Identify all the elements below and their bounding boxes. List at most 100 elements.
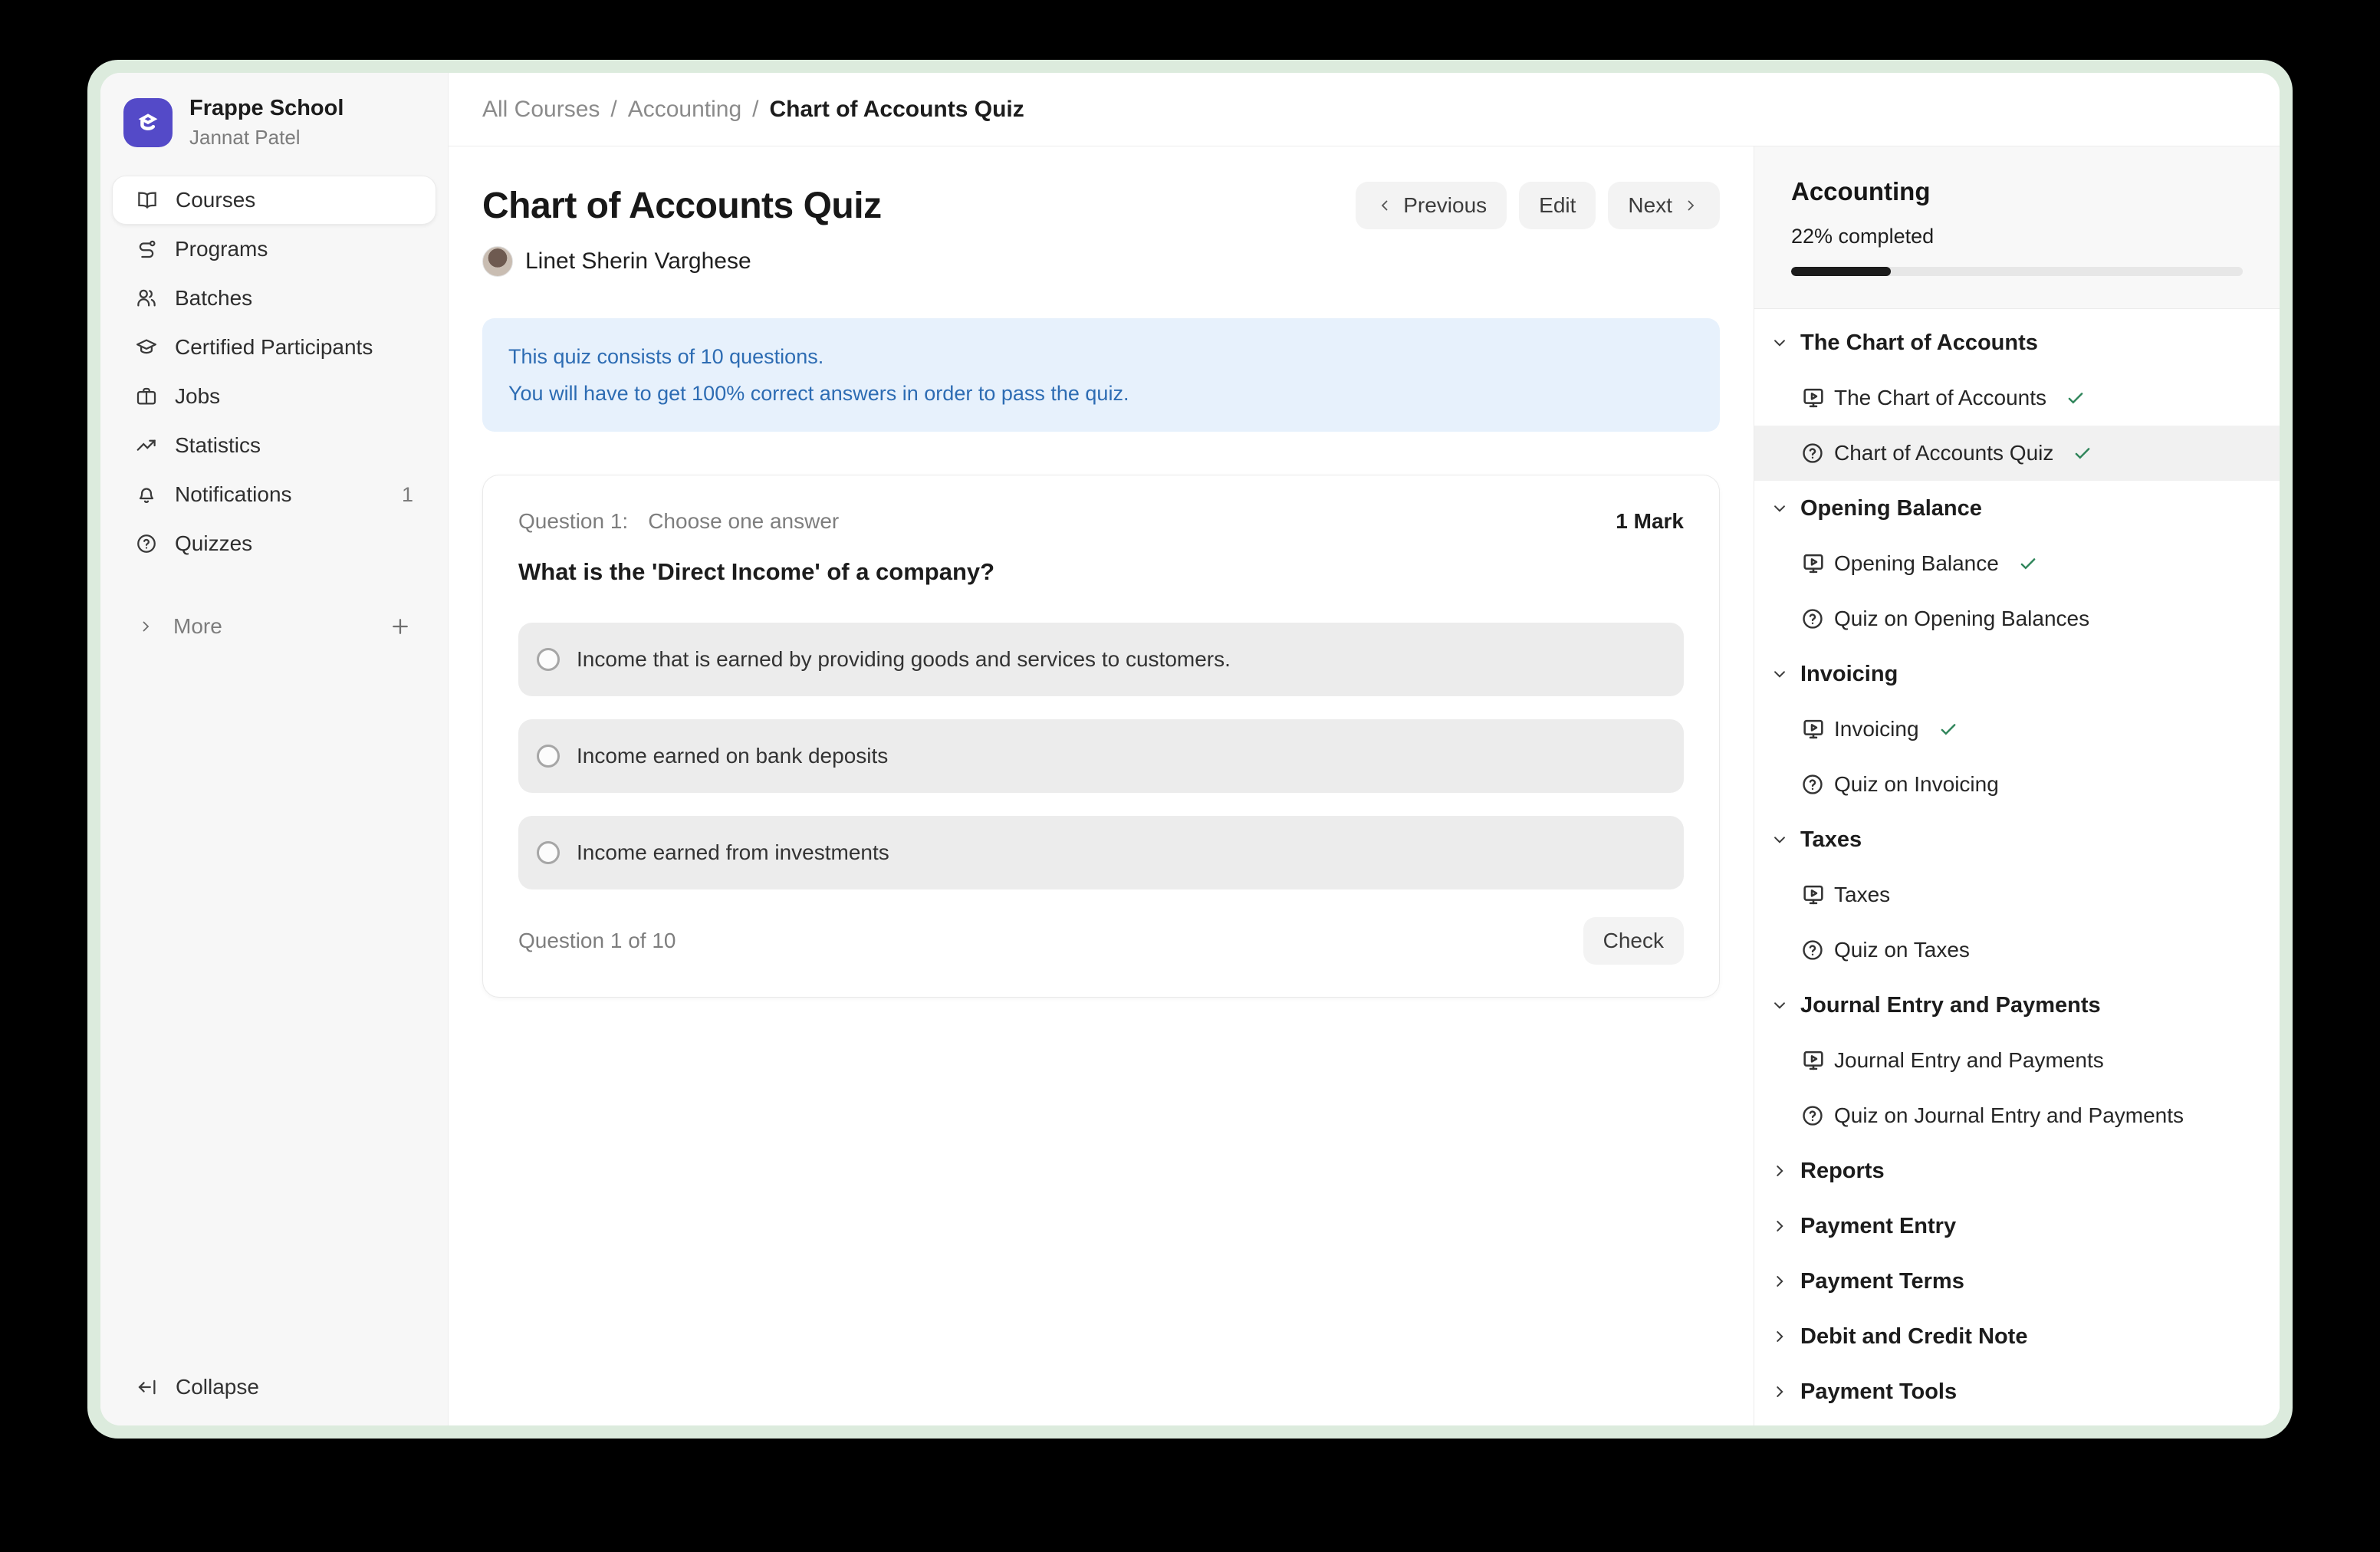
outline-item-quiz-on-opening-balances[interactable]: Quiz on Opening Balances: [1754, 591, 2280, 646]
programs-icon: [135, 238, 158, 261]
outline-item-chart-of-accounts-quiz[interactable]: Chart of Accounts Quiz: [1754, 426, 2280, 481]
help-circle-icon: [1800, 772, 1826, 797]
outline-section-the-chart-of-accounts[interactable]: The Chart of Accounts: [1754, 315, 2280, 370]
user-name: Jannat Patel: [189, 126, 344, 150]
course-title: Accounting: [1791, 177, 2243, 206]
breadcrumb-all-courses[interactable]: All Courses: [482, 97, 600, 123]
sidebar-item-batches[interactable]: Batches: [112, 274, 436, 323]
check-button[interactable]: Check: [1583, 917, 1684, 965]
monitor-play-icon: [1800, 882, 1826, 908]
outline-section-payment-entry[interactable]: Payment Entry: [1754, 1199, 2280, 1254]
outline-item-label: The Chart of Accounts: [1834, 386, 2046, 410]
outline-item-invoicing[interactable]: Invoicing: [1754, 702, 2280, 757]
outline-item-label: Quiz on Invoicing: [1834, 772, 1999, 797]
briefcase-icon: [135, 385, 158, 408]
outline-section-debit-and-credit-note[interactable]: Debit and Credit Note: [1754, 1309, 2280, 1364]
app-window-frame: Frappe School Jannat Patel Courses Progra…: [87, 60, 2293, 1439]
outline-section-invoicing[interactable]: Invoicing: [1754, 646, 2280, 702]
outline-item-label: Invoicing: [1834, 717, 1919, 741]
sidebar-item-label: Jobs: [175, 384, 220, 409]
collapse-sidebar-button[interactable]: Collapse: [100, 1375, 448, 1425]
center-column: All Courses / Accounting / Chart of Acco…: [449, 73, 2280, 1425]
outline-section-title: Journal Entry and Payments: [1800, 993, 2101, 1018]
outline-section-taxes[interactable]: Taxes: [1754, 812, 2280, 867]
more-label: More: [173, 614, 222, 639]
sidebar-item-label: Courses: [176, 188, 255, 212]
question-card: Question 1: Choose one answer 1 Mark Wha…: [482, 475, 1720, 998]
answer-option-1[interactable]: Income that is earned by providing goods…: [518, 623, 1684, 696]
edit-button[interactable]: Edit: [1519, 182, 1596, 229]
outline-section-title: Payment Terms: [1800, 1269, 1964, 1294]
graduation-cap-icon: [135, 336, 158, 359]
question-card-header: Question 1: Choose one answer 1 Mark: [518, 509, 1684, 534]
sidebar-item-notifications[interactable]: Notifications1: [112, 470, 436, 519]
outline-item-journal-entry-and-payments[interactable]: Journal Entry and Payments: [1754, 1033, 2280, 1088]
previous-label: Previous: [1403, 193, 1487, 218]
course-progress-fill: [1791, 267, 1891, 276]
outline-section-reports[interactable]: Reports: [1754, 1143, 2280, 1199]
sidebar-item-label: Certified Participants: [175, 335, 373, 360]
question-footer: Question 1 of 10 Check: [518, 917, 1684, 965]
sidebar-item-statistics[interactable]: Statistics: [112, 421, 436, 470]
sidebar-item-programs[interactable]: Programs: [112, 225, 436, 274]
breadcrumb: All Courses / Accounting / Chart of Acco…: [449, 73, 2280, 146]
radio-button[interactable]: [537, 648, 560, 671]
notice-line: This quiz consists of 10 questions.: [508, 338, 1694, 375]
avatar: [482, 246, 513, 277]
sidebar-item-more[interactable]: More: [112, 602, 436, 651]
check-icon: [2072, 442, 2093, 464]
question-number-label: Question 1:: [518, 509, 628, 534]
breadcrumb-accounting[interactable]: Accounting: [628, 97, 741, 123]
plus-icon[interactable]: [389, 615, 412, 638]
body-row: Chart of Accounts Quiz Previous Edit Nex…: [449, 146, 2280, 1425]
answer-option-3[interactable]: Income earned from investments: [518, 816, 1684, 889]
outline-section-journal-entry-and-payments[interactable]: Journal Entry and Payments: [1754, 978, 2280, 1033]
outline-section-payment-terms[interactable]: Payment Terms: [1754, 1254, 2280, 1309]
check-label: Check: [1603, 929, 1664, 953]
outline-item-label: Quiz on Opening Balances: [1834, 607, 2089, 631]
answer-option-label: Income that is earned by providing goods…: [577, 647, 1231, 672]
outline-section-title: Debit and Credit Note: [1800, 1324, 2027, 1350]
radio-button[interactable]: [537, 841, 560, 864]
radio-button[interactable]: [537, 745, 560, 768]
book-icon: [136, 189, 159, 212]
outline-item-quiz-on-taxes[interactable]: Quiz on Taxes: [1754, 922, 2280, 978]
school-name: Frappe School: [189, 96, 344, 121]
title-row: Chart of Accounts Quiz Previous Edit Nex…: [482, 182, 1720, 229]
chevron-down-icon: [1770, 664, 1790, 684]
outline-section-opening-balance[interactable]: Opening Balance: [1754, 481, 2280, 536]
outline-item-label: Quiz on Journal Entry and Payments: [1834, 1103, 2184, 1128]
help-circle-icon: [1800, 607, 1826, 631]
sidebar-item-jobs[interactable]: Jobs: [112, 372, 436, 421]
sidebar-item-quizzes[interactable]: Quizzes: [112, 519, 436, 568]
chevron-right-icon: [1770, 1327, 1790, 1346]
graduation-cap-icon: [131, 106, 165, 140]
school-switcher[interactable]: Frappe School Jannat Patel: [100, 73, 448, 150]
sidebar-item-certified-participants[interactable]: Certified Participants: [112, 323, 436, 372]
chevron-right-icon: [136, 617, 155, 636]
outline-item-quiz-on-invoicing[interactable]: Quiz on Invoicing: [1754, 757, 2280, 812]
previous-button[interactable]: Previous: [1356, 182, 1507, 229]
course-progress-bar: [1791, 267, 2243, 276]
question-progress: Question 1 of 10: [518, 929, 676, 953]
chevron-right-icon: [1681, 196, 1700, 215]
outline-section-title: The Chart of Accounts: [1800, 330, 2038, 356]
outline-item-label: Taxes: [1834, 883, 1890, 907]
sidebar-item-courses[interactable]: Courses: [112, 176, 436, 225]
answer-option-2[interactable]: Income earned on bank deposits: [518, 719, 1684, 793]
outline-item-quiz-on-journal-entry-and-payments[interactable]: Quiz on Journal Entry and Payments: [1754, 1088, 2280, 1143]
outline-section-payment-tools[interactable]: Payment Tools: [1754, 1364, 2280, 1419]
outline-item-opening-balance[interactable]: Opening Balance: [1754, 536, 2280, 591]
chevron-right-icon: [1770, 1216, 1790, 1236]
outline-item-taxes[interactable]: Taxes: [1754, 867, 2280, 922]
monitor-play-icon: [1800, 551, 1826, 577]
sidebar-item-label: Notifications: [175, 482, 292, 507]
quiz-main: Chart of Accounts Quiz Previous Edit Nex…: [449, 146, 1754, 1425]
chevron-down-icon: [1770, 498, 1790, 518]
outline-item-the-chart-of-accounts[interactable]: The Chart of Accounts: [1754, 370, 2280, 426]
next-button[interactable]: Next: [1608, 182, 1720, 229]
sidebar-nav: Courses ProgramsBatches Certified Particip…: [100, 176, 448, 568]
outline-item-label: Quiz on Taxes: [1834, 938, 1970, 962]
question-marks: 1 Mark: [1616, 509, 1684, 534]
brand-text: Frappe School Jannat Patel: [189, 96, 344, 150]
